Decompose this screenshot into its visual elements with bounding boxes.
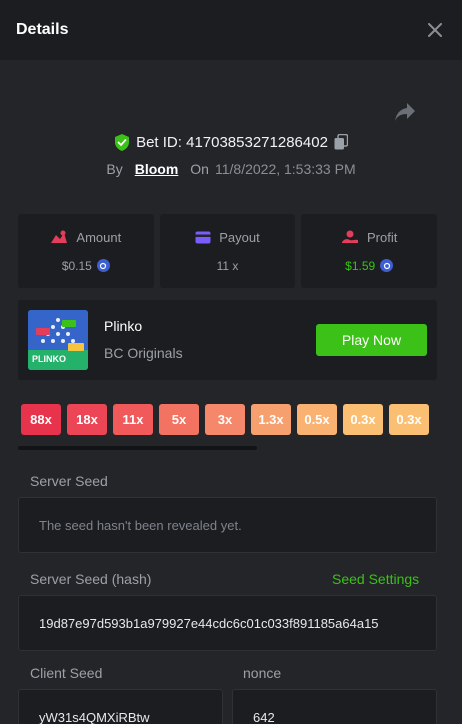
panel-title: Details (16, 21, 69, 38)
server-seed-value: The seed hasn't been revealed yet. (39, 518, 242, 533)
share-icon (395, 103, 415, 121)
bet-id-row: Bet ID: 41703853271286402 (0, 131, 462, 153)
payout-icon (195, 231, 211, 243)
coin-icon (96, 259, 110, 272)
copy-icon (334, 134, 348, 150)
amount-card: Amount $0.15 (18, 214, 154, 288)
shield-check-icon (115, 133, 130, 151)
user-link[interactable]: Bloom (135, 161, 179, 177)
game-card: PLINKO Plinko BC Originals Play Now (18, 300, 437, 380)
server-hash-box: 19d87e97d593b1a979927e44cdc6c01c033f8911… (18, 595, 437, 651)
profit-label: Profit (367, 229, 398, 245)
server-hash-label: Server Seed (hash) (30, 571, 152, 587)
profit-icon (342, 230, 358, 243)
copy-button[interactable] (334, 134, 348, 150)
server-seed-label: Server Seed (30, 473, 108, 489)
bet-date: 11/8/2022, 1:53:33 PM (214, 161, 356, 177)
details-header: Details (0, 0, 462, 60)
profit-card: Profit $1.59 (301, 214, 438, 288)
multiplier-chip: 18x (67, 404, 107, 435)
payout-label: Payout (219, 229, 260, 245)
bet-id-text: Bet ID: 41703853271286402 (136, 133, 328, 151)
payout-value: 11 x (216, 258, 239, 273)
multiplier-chip: 0.3x (389, 404, 429, 435)
multiplier-chip: 1.3x (251, 404, 291, 435)
multiplier-strip[interactable]: 88x 18x 11x 5x 3x 1.3x 0.5x 0.3x 0.3x (21, 404, 462, 435)
multiplier-scrollbar[interactable] (18, 446, 257, 450)
bet-stats: Amount $0.15 Payout 11 x Profit $1.59 (18, 214, 438, 288)
seed-settings-link[interactable]: Seed Settings (332, 571, 419, 587)
client-seed-value: yW31s4QMXiRBtw (39, 710, 150, 724)
share-button[interactable] (393, 101, 417, 123)
coin-icon (380, 259, 394, 272)
client-seed-label: Client Seed (30, 665, 103, 681)
game-provider: BC Originals (104, 345, 183, 361)
thumb-title: PLINKO (32, 354, 67, 364)
multiplier-chip: 5x (159, 404, 199, 435)
multiplier-chip: 3x (205, 404, 245, 435)
bet-by-row: By Bloom On 11/8/2022, 1:53:33 PM (0, 159, 462, 179)
multiplier-chip: 0.3x (343, 404, 383, 435)
game-name: Plinko (104, 318, 143, 334)
nonce-label: nonce (243, 665, 282, 681)
on-label: On (190, 161, 209, 177)
plinko-thumbnail: PLINKO (28, 310, 88, 370)
multiplier-chip: 88x (21, 404, 61, 435)
nonce-box: 642 (232, 689, 437, 724)
server-hash-value: 19d87e97d593b1a979927e44cdc6c01c033f8911… (39, 616, 379, 631)
amount-icon (51, 230, 68, 243)
profit-value: $1.59 (345, 258, 376, 273)
multiplier-chip: 11x (113, 404, 153, 435)
client-seed-box: yW31s4QMXiRBtw (18, 689, 223, 724)
server-seed-box: The seed hasn't been revealed yet. (18, 497, 437, 553)
amount-label: Amount (76, 229, 122, 245)
nonce-value: 642 (253, 710, 275, 724)
payout-card: Payout 11 x (159, 214, 296, 288)
play-now-button[interactable]: Play Now (316, 324, 427, 356)
multiplier-chip: 0.5x (297, 404, 337, 435)
amount-value: $0.15 (61, 258, 92, 273)
close-button[interactable] (424, 19, 446, 41)
by-label: By (106, 161, 123, 177)
close-icon (428, 23, 442, 37)
